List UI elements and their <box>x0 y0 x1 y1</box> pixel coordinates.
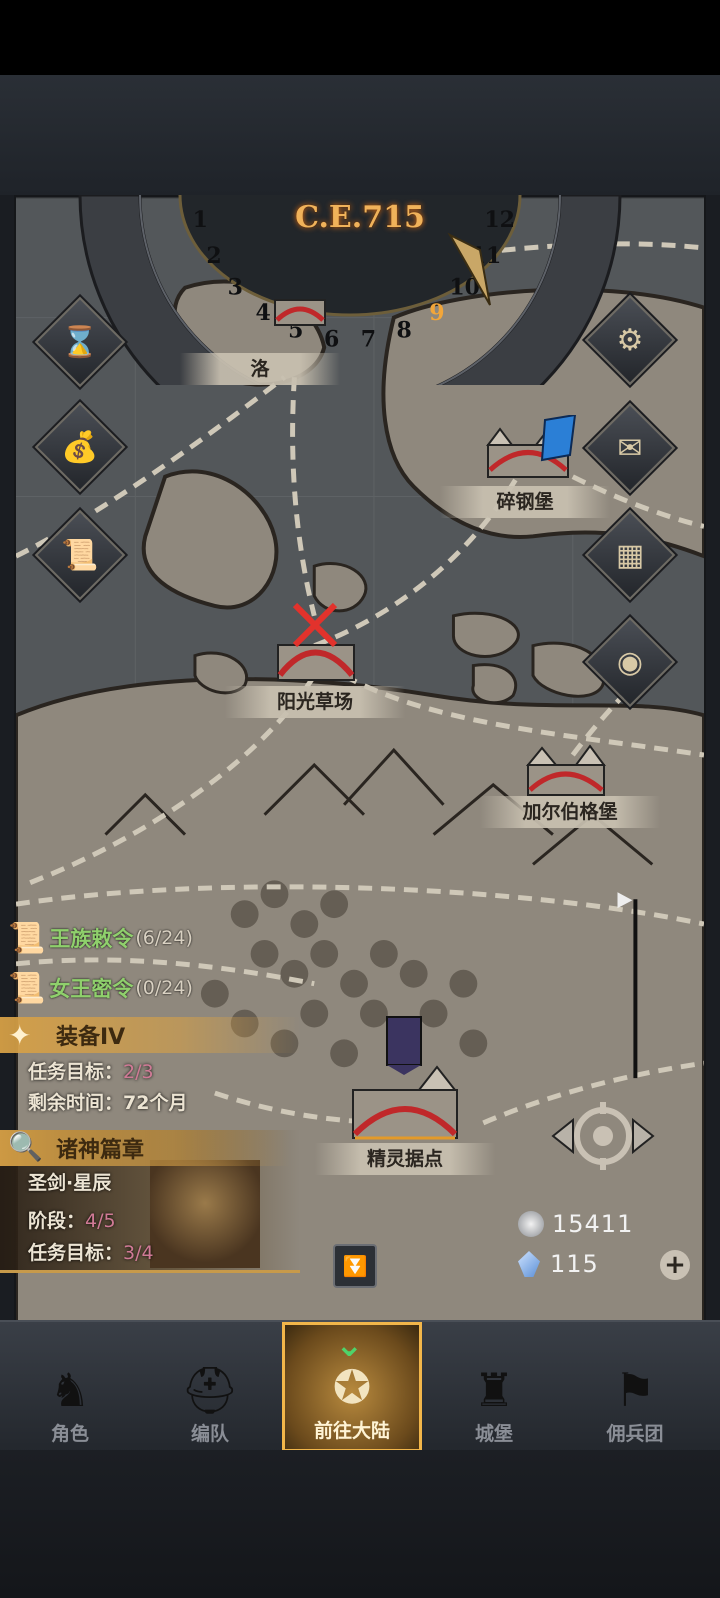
bottom-band <box>0 1450 720 1598</box>
green-chevron-icon: ⌄ <box>335 1325 364 1365</box>
chapter-task-title: 诸神篇章 <box>56 1138 145 1163</box>
dial-month-9: 9 <box>429 300 444 326</box>
quest-royal-decree-count: (6/24) <box>135 927 193 949</box>
goal-label: 任务目标： <box>28 1242 124 1264</box>
locate-button[interactable] <box>548 1100 658 1172</box>
nav-mercenary[interactable]: ⚑ 佣兵团 <box>565 1322 705 1452</box>
silver-currency: 15411 <box>518 1210 633 1238</box>
nav-castle[interactable]: ♜ 城堡 <box>424 1322 564 1452</box>
add-currency-button[interactable]: + <box>660 1250 690 1280</box>
quest-queen-secret[interactable]: 📜 女王密令 (0/24) <box>0 968 193 1008</box>
place-label-elf-outpost[interactable]: 精灵据点 <box>315 1143 495 1175</box>
crystal-amount: 115 <box>550 1250 599 1278</box>
goal-label: 任务目标： <box>28 1061 124 1083</box>
goal-value: 3/4 <box>123 1242 154 1264</box>
dial-month-8: 8 <box>397 318 412 344</box>
chevron-down-icon: ⏬ <box>342 1254 368 1278</box>
compass-icon: ✦ <box>8 1019 32 1052</box>
stage-value: 4/5 <box>85 1210 116 1232</box>
nav-formation[interactable]: ⛑ 编队 <box>140 1322 280 1452</box>
plus-icon: + <box>664 1250 686 1280</box>
castle-icon: ♜ <box>473 1363 515 1417</box>
quest-royal-decree[interactable]: 📜 王族敕令 (6/24) <box>0 918 193 958</box>
quest-royal-decree-label: 王族敕令 <box>49 927 134 951</box>
header-band <box>0 75 720 195</box>
chapter-task-stage: 阶段：4/5 <box>28 1206 116 1233</box>
banner-icon: ⚑ <box>614 1363 656 1417</box>
helmet-icon: ⛑ <box>180 1363 240 1417</box>
castle-marker-top[interactable] <box>265 290 335 330</box>
place-label-sunshine-meadow[interactable]: 阳光草场 <box>225 686 405 718</box>
hourglass-icon: ⌛ <box>61 324 99 360</box>
equipment-task-time: 剩余时间：72个月 <box>28 1088 187 1115</box>
nav-continent-label: 前往大陆 <box>313 1420 390 1442</box>
dial-month-7: 7 <box>361 327 376 353</box>
quest-queen-secret-label: 女王密令 <box>49 977 134 1001</box>
hero-portrait <box>150 1160 260 1268</box>
castle-marker-steel[interactable] <box>480 415 590 485</box>
castle-marker-garberg[interactable] <box>520 740 610 800</box>
castle-marker-elf-outpost[interactable] <box>345 1012 465 1147</box>
dial-month-12: 12 <box>484 207 515 233</box>
scroll-icon: 📜 <box>8 970 46 1006</box>
status-bar <box>0 0 720 75</box>
chapter-task-header[interactable]: 🔍 诸神篇章 <box>0 1130 290 1166</box>
era-year: C.E.715 <box>295 200 425 235</box>
nav-castle-label: 城堡 <box>474 1423 513 1445</box>
search-icon: 🔍 <box>8 1130 43 1163</box>
nav-mercenary-label: 佣兵团 <box>606 1423 664 1445</box>
chapter-task-goal: 任务目标：3/4 <box>28 1238 154 1265</box>
quest-queen-secret-count: (0/24) <box>135 977 193 999</box>
nav-role[interactable]: ♞ 角色 <box>0 1322 140 1452</box>
dial-month-3: 3 <box>228 275 243 301</box>
nav-role-label: 角色 <box>50 1423 89 1445</box>
dial-month-1: 1 <box>193 207 208 233</box>
crystal-icon <box>518 1251 540 1277</box>
crystal-currency: 115 <box>518 1250 599 1278</box>
goal-value: 2/3 <box>123 1061 154 1083</box>
time-value: 72个月 <box>123 1092 188 1114</box>
bottom-nav: ♞ 角色 ⛑ 编队 ⌄ ✪ 前往大陆 ♜ 城堡 ⚑ 佣兵团 <box>0 1320 720 1452</box>
dial-month-2: 2 <box>206 243 221 269</box>
silver-coin-icon <box>518 1211 544 1237</box>
scroll-icon: 📜 <box>61 537 99 573</box>
coin-icon: ◉ <box>616 644 644 680</box>
silver-amount: 15411 <box>552 1210 634 1238</box>
map-grid-icon: ▦ <box>615 537 645 573</box>
equipment-task-title: 装备IV <box>56 1025 126 1050</box>
nav-continent[interactable]: ⌄ ✪ 前往大陆 <box>282 1322 422 1452</box>
equipment-task-header[interactable]: ✦ 装备IV <box>0 1017 300 1053</box>
dial-month-6: 6 <box>324 327 339 353</box>
place-label-steel-castle[interactable]: 碎钢堡 <box>440 486 610 518</box>
stage-label: 阶段： <box>28 1210 86 1232</box>
gear-icon: ⚙ <box>616 322 644 358</box>
money-bag-icon: 💰 <box>61 429 99 465</box>
chapter-task-subtitle: 圣剑·星辰 <box>28 1172 112 1194</box>
nav-formation-label: 编队 <box>190 1423 229 1445</box>
equipment-task-goal: 任务目标：2/3 <box>28 1057 154 1084</box>
castle-marker-sunshine[interactable] <box>270 600 360 690</box>
knight-icon: ♞ <box>49 1363 91 1417</box>
place-label-garberg-castle[interactable]: 加尔伯格堡 <box>480 796 660 828</box>
mail-icon: ✉ <box>617 430 643 466</box>
crosshair-icon <box>551 1102 655 1170</box>
place-label-partial[interactable]: 洛 <box>180 353 340 385</box>
globe-icon: ✪ <box>332 1360 372 1414</box>
time-label: 剩余时间： <box>28 1092 124 1114</box>
collapse-button[interactable]: ⏬ <box>333 1244 377 1288</box>
scroll-icon: 📜 <box>8 920 46 956</box>
